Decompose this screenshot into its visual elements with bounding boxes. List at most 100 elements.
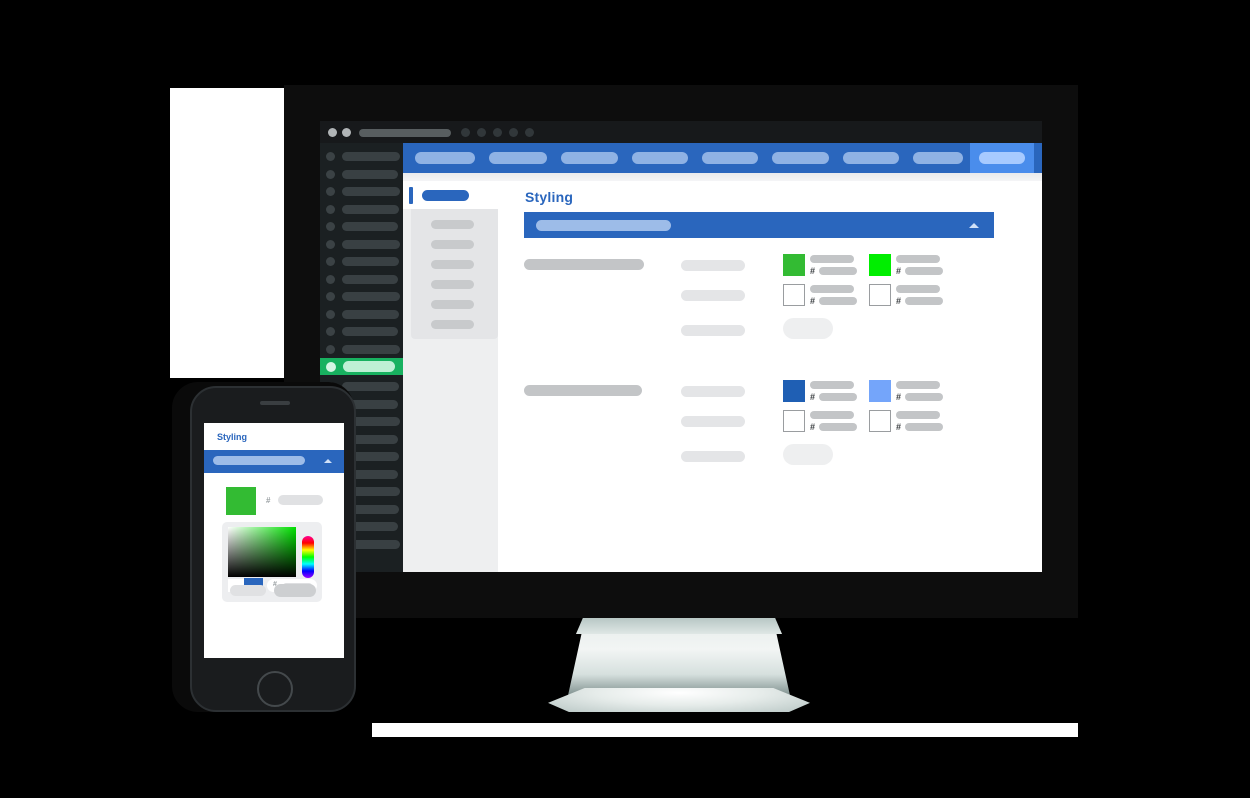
hex-value-input[interactable] bbox=[819, 423, 858, 431]
chrome-dot-6[interactable] bbox=[509, 128, 518, 137]
phone-chevron-up-icon[interactable] bbox=[324, 459, 332, 463]
color-swatch[interactable] bbox=[783, 410, 805, 432]
phone-home-button[interactable] bbox=[257, 671, 293, 707]
nav-tab-2[interactable] bbox=[489, 152, 547, 164]
sidebar-item[interactable] bbox=[326, 256, 399, 267]
chrome-dot-3[interactable] bbox=[461, 128, 470, 137]
nav-tab-1[interactable] bbox=[415, 152, 475, 164]
sidebar-item[interactable] bbox=[326, 274, 398, 285]
field-label-1-3 bbox=[681, 325, 745, 336]
nav-tab-5[interactable] bbox=[702, 152, 758, 164]
nav-tab-active[interactable] bbox=[970, 143, 1034, 173]
sidebar-dropdown-item-5[interactable] bbox=[431, 300, 474, 309]
action-button-2[interactable] bbox=[783, 444, 833, 465]
hex-value-input[interactable] bbox=[819, 267, 858, 275]
address-bar-pill[interactable] bbox=[359, 129, 451, 137]
color-swatch[interactable] bbox=[869, 380, 891, 402]
sidebar-item-bullet-icon bbox=[326, 361, 336, 372]
color-swatch[interactable] bbox=[869, 410, 891, 432]
scene-root: Styling # # # # # # # # Styling # # bbox=[0, 0, 1250, 798]
nav-tab-3[interactable] bbox=[561, 152, 618, 164]
sidebar-item-label bbox=[342, 344, 400, 354]
sidebar-item[interactable] bbox=[326, 151, 400, 162]
phone-color-swatch[interactable] bbox=[226, 487, 256, 515]
chrome-dot-2[interactable] bbox=[342, 128, 351, 137]
secondary-sidebar bbox=[403, 181, 498, 572]
page-title: Styling bbox=[525, 189, 574, 205]
hex-value-input[interactable] bbox=[905, 297, 944, 305]
phone-accordion-title-placeholder bbox=[213, 456, 305, 465]
color-swatch[interactable] bbox=[783, 380, 805, 402]
sidebar-item[interactable] bbox=[326, 221, 398, 232]
color-field-texts: # bbox=[810, 380, 858, 402]
sidebar-dropdown-item-1[interactable] bbox=[431, 220, 474, 229]
sidebar-item[interactable] bbox=[326, 169, 398, 180]
sidebar-item-label bbox=[342, 382, 399, 391]
background-block-left bbox=[170, 88, 285, 378]
color-name-label bbox=[896, 285, 940, 293]
sidebar-item[interactable] bbox=[326, 186, 400, 197]
sidebar-item-bullet-icon bbox=[326, 204, 335, 214]
hex-row: # bbox=[810, 267, 858, 276]
sidebar-dropdown-item-4[interactable] bbox=[431, 280, 474, 289]
sidebar-dropdown-item-6[interactable] bbox=[431, 320, 474, 329]
picker-cancel-button[interactable] bbox=[230, 585, 266, 596]
hue-slider[interactable] bbox=[302, 536, 314, 578]
action-button-1[interactable] bbox=[783, 318, 833, 339]
hash-icon: # bbox=[896, 296, 902, 306]
nav-tab-8[interactable] bbox=[913, 152, 963, 164]
accordion-header[interactable] bbox=[524, 212, 994, 238]
chrome-dot-7[interactable] bbox=[525, 128, 534, 137]
hash-icon: # bbox=[810, 422, 816, 432]
sidebar-item[interactable] bbox=[326, 326, 398, 337]
sub-toolbar-strip bbox=[403, 173, 1042, 181]
sidebar-item-label bbox=[342, 187, 400, 196]
sidebar-item-active[interactable] bbox=[320, 358, 410, 375]
chrome-dot-5[interactable] bbox=[493, 128, 502, 137]
sidebar-item[interactable] bbox=[326, 344, 400, 355]
color-swatch[interactable] bbox=[783, 284, 805, 306]
color-swatch[interactable] bbox=[783, 254, 805, 276]
color-swatch[interactable] bbox=[869, 254, 891, 276]
sidebar-dropdown-item-2[interactable] bbox=[431, 240, 474, 249]
hex-row: # bbox=[810, 422, 858, 432]
sidebar-item-bullet-icon bbox=[326, 274, 335, 284]
sidebar-item-label bbox=[342, 274, 398, 284]
sidebar-item[interactable] bbox=[326, 204, 399, 215]
chrome-dot-1[interactable] bbox=[328, 128, 337, 137]
hex-value-input[interactable] bbox=[819, 393, 858, 401]
sidebar-item-label bbox=[343, 361, 395, 372]
sidebar-item-bullet-icon bbox=[326, 292, 335, 301]
hex-value-input[interactable] bbox=[905, 267, 944, 275]
sidebar-item-label bbox=[342, 169, 398, 179]
color-name-label bbox=[810, 285, 854, 293]
saturation-value-area[interactable] bbox=[228, 527, 296, 577]
sidebar-item-label bbox=[342, 152, 400, 161]
phone-speaker bbox=[260, 401, 290, 405]
color-swatch[interactable] bbox=[869, 284, 891, 306]
hex-value-input[interactable] bbox=[905, 423, 944, 431]
smartphone: Styling # # bbox=[190, 386, 356, 712]
phone-accordion-header[interactable] bbox=[204, 450, 344, 472]
sidebar-dropdown-item-3[interactable] bbox=[431, 260, 474, 269]
phone-hex-input[interactable] bbox=[278, 495, 323, 505]
chevron-up-icon[interactable] bbox=[969, 223, 979, 228]
field-label-2-2 bbox=[681, 416, 745, 427]
sidebar-item[interactable] bbox=[326, 309, 399, 320]
hash-icon: # bbox=[896, 266, 902, 276]
nav-tab-6[interactable] bbox=[772, 152, 829, 164]
hex-value-input[interactable] bbox=[819, 297, 858, 305]
color-field-texts: # bbox=[896, 284, 944, 306]
picker-confirm-button[interactable] bbox=[274, 584, 316, 597]
hex-value-input[interactable] bbox=[905, 393, 944, 401]
sidebar-active-tab[interactable] bbox=[422, 190, 469, 201]
hash-icon: # bbox=[810, 296, 816, 306]
sidebar-item-bullet-icon bbox=[326, 309, 335, 319]
chrome-dot-4[interactable] bbox=[477, 128, 486, 137]
sidebar-item[interactable] bbox=[326, 291, 400, 302]
nav-tab-7[interactable] bbox=[843, 152, 899, 164]
color-name-label bbox=[810, 411, 854, 419]
nav-tab-4[interactable] bbox=[632, 152, 688, 164]
sidebar-item[interactable] bbox=[326, 239, 400, 250]
hex-row: # bbox=[810, 393, 858, 402]
